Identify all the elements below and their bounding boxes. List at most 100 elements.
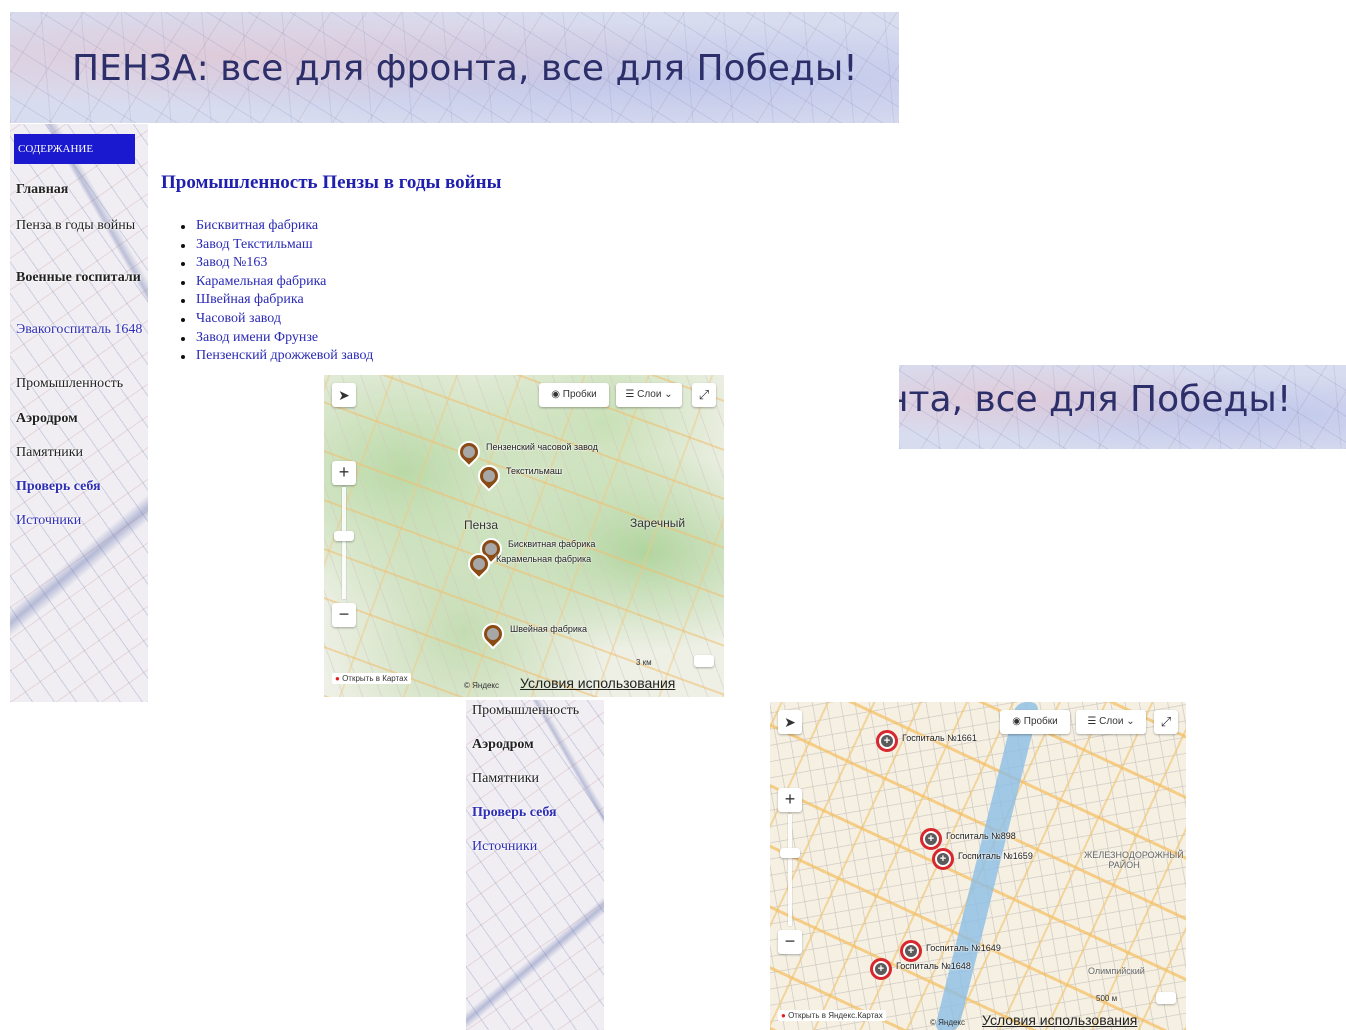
header-banner-fragment: нта, все для Победы! [899, 365, 1346, 449]
zoom-slider[interactable] [342, 487, 346, 599]
map-roads [324, 375, 724, 697]
zoom-in-button[interactable]: + [778, 788, 802, 812]
nav-item-airfield[interactable]: Аэродром [16, 411, 146, 427]
layers-button[interactable]: ☰ Слои ⌄ [1076, 710, 1146, 734]
factory-icon [473, 558, 485, 570]
plus-icon: + [937, 853, 949, 865]
place-label-zarechny: Заречный [630, 516, 686, 530]
marker-label: Карамельная фабрика [496, 554, 592, 564]
link-biscuit-factory[interactable]: Бисквитная фабрика [196, 218, 318, 233]
plus-icon: + [925, 833, 937, 845]
factory-icon [487, 628, 499, 640]
geolocation-button[interactable]: ➤ [778, 710, 802, 734]
nav-item-quiz[interactable]: Проверь себя [16, 479, 146, 495]
location-pin-icon: ● [781, 1011, 786, 1020]
list-item: Бисквитная фабрика [178, 217, 373, 236]
traffic-button[interactable]: ◉ Пробки [539, 383, 609, 407]
link-tekstilmash[interactable]: Завод Текстильмаш [196, 237, 313, 252]
nav-item-sources[interactable]: Источники [16, 513, 146, 529]
link-watch-plant[interactable]: Часовой завод [196, 311, 281, 326]
list-item: Пензенский дрожжевой завод [178, 347, 373, 366]
plus-icon: + [875, 963, 887, 975]
nav-item-industry[interactable]: Промышленность [472, 703, 602, 719]
plus-icon: + [881, 735, 893, 747]
ruler-button[interactable] [694, 655, 714, 667]
fullscreen-button[interactable]: ⤢ [692, 383, 716, 407]
nav-item-monuments[interactable]: Памятники [16, 445, 146, 461]
terms-link[interactable]: Условия использования [520, 675, 675, 691]
open-in-maps-label: Открыть в Картах [342, 674, 408, 683]
list-item: Завод №163 [178, 254, 373, 273]
nav-item-sources[interactable]: Источники [472, 839, 602, 855]
chevron-down-icon: ⌄ [664, 389, 673, 400]
place-label-olympic: Олимпийский [1088, 966, 1145, 976]
traffic-label: Пробки [562, 389, 597, 400]
marker-label: Бисквитная фабрика [508, 539, 596, 549]
marker-label: Пензенский часовой завод [486, 442, 598, 452]
link-plant-163[interactable]: Завод №163 [196, 255, 267, 270]
zoom-out-button[interactable]: − [332, 603, 356, 627]
map-copyright: © Яндекс [930, 1018, 966, 1027]
nav-item-industry[interactable]: Промышленность [16, 376, 146, 392]
marker-label: Госпиталь №1648 [896, 961, 971, 971]
nav-item-hospitals[interactable]: Военные госпитали [16, 270, 146, 286]
zoom-slider[interactable] [788, 814, 792, 926]
link-sewing-factory[interactable]: Швейная фабрика [196, 292, 304, 307]
site-title: ПЕНЗА: все для фронта, все для Победы! [72, 48, 858, 89]
nav-item-quiz[interactable]: Проверь себя [472, 805, 602, 821]
place-label-penza: Пенза [464, 518, 499, 532]
list-item: Карамельная фабрика [178, 273, 373, 292]
header-banner: ПЕНЗА: все для фронта, все для Победы! [10, 12, 899, 123]
nav-item-airfield[interactable]: Аэродром [472, 737, 602, 753]
layers-button[interactable]: ☰ Слои ⌄ [616, 383, 682, 407]
place-label-district: ЖЕЛЕЗНОДОРОЖНЫЙ РАЙОН [1084, 850, 1184, 870]
zoom-handle[interactable] [334, 531, 354, 541]
layers-icon: ☰ [625, 389, 635, 400]
open-in-maps-link[interactable]: ● Открыть в Картах [332, 673, 411, 684]
link-frunze-plant[interactable]: Завод имени Фрунзе [196, 330, 318, 345]
open-in-maps-link[interactable]: ● Открыть в Яндекс.Картах [778, 1010, 886, 1021]
industry-links-list: Бисквитная фабрика Завод Текстильмаш Зав… [178, 217, 373, 366]
hospitals-map[interactable]: ➤ ◉ Пробки ☰ Слои ⌄ ⤢ + − ЖЕЛЕЗНОДОРОЖНЫ… [770, 702, 1186, 1030]
geolocation-button[interactable]: ➤ [332, 383, 356, 407]
list-item: Завод Текстильмаш [178, 236, 373, 255]
traffic-label: Пробки [1023, 716, 1058, 727]
sidebar: СОДЕРЖАНИЕ Главная Пенза в годы войны Во… [10, 124, 148, 702]
open-in-maps-label: Открыть в Яндекс.Картах [788, 1011, 883, 1020]
terms-link[interactable]: Условия использования [982, 1012, 1137, 1028]
nav-item-monuments[interactable]: Памятники [472, 771, 602, 787]
zoom-out-button[interactable]: − [778, 930, 802, 954]
marker-label: Госпиталь №1659 [958, 851, 1033, 861]
map-scale: 500 м [1096, 994, 1118, 1003]
page-title: Промышленность Пензы в годы войны [161, 172, 502, 193]
marker-label: Госпиталь №898 [946, 831, 1016, 841]
ruler-button[interactable] [1156, 992, 1176, 1004]
list-item: Завод имени Фрунзе [178, 329, 373, 348]
list-item: Швейная фабрика [178, 291, 373, 310]
sidebar-fragment: Промышленность Аэродром Памятники Провер… [466, 700, 604, 1030]
link-caramel-factory[interactable]: Карамельная фабрика [196, 274, 326, 289]
link-yeast-plant[interactable]: Пензенский дрожжевой завод [196, 348, 373, 363]
marker-label: Швейная фабрика [510, 624, 588, 634]
nav-item-home[interactable]: Главная [16, 182, 146, 198]
marker-label: Госпиталь №1649 [926, 943, 1001, 953]
layers-icon: ☰ [1087, 716, 1097, 727]
map-copyright: © Яндекс [464, 681, 500, 690]
nav-item-evac-hospital[interactable]: Эвакогоспиталь 1648 [16, 322, 146, 338]
factory-icon [463, 446, 475, 458]
zoom-handle[interactable] [780, 848, 800, 858]
traffic-icon: ◉ [1012, 716, 1021, 727]
layers-label: Слои [1099, 716, 1124, 727]
industry-map[interactable]: ➤ ◉ Пробки ☰ Слои ⌄ ⤢ + − Пенза Заречный… [324, 375, 724, 697]
nav-item-penza-war[interactable]: Пенза в годы войны [16, 218, 146, 234]
location-pin-icon: ● [335, 674, 340, 683]
zoom-in-button[interactable]: + [332, 461, 356, 485]
traffic-button[interactable]: ◉ Пробки [1000, 710, 1070, 734]
toc-header: СОДЕРЖАНИЕ [14, 134, 135, 164]
map-scale: 3 км [636, 658, 652, 667]
fullscreen-button[interactable]: ⤢ [1154, 710, 1178, 734]
marker-label: Госпиталь №1661 [902, 733, 977, 743]
layers-label: Слои [637, 389, 662, 400]
plus-icon: + [905, 945, 917, 957]
list-item: Часовой завод [178, 310, 373, 329]
